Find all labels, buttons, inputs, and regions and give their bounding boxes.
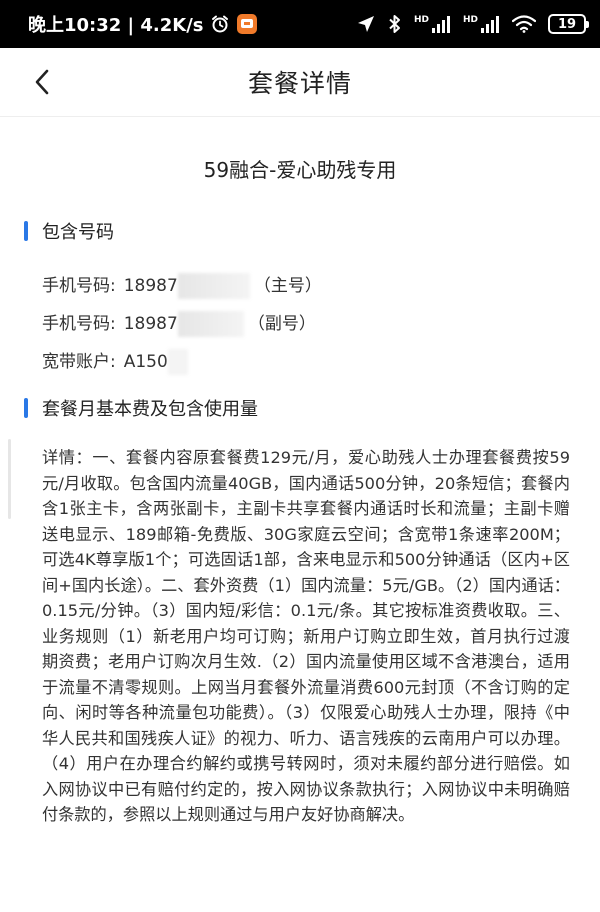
- battery-level: 19: [557, 16, 577, 32]
- section-title-included-numbers: 包含号码: [42, 222, 114, 243]
- scroll-indicator: [8, 439, 11, 519]
- signal-bars-icon: HD: [414, 15, 451, 33]
- hd-label-2: HD: [462, 15, 478, 25]
- content-area: 59融合-爱心助残专用 包含号码 手机号码: 18987 （主号） 手机号码: …: [0, 117, 600, 824]
- page-title: 套餐详情: [247, 69, 352, 98]
- signal-bars-icon-2: HD: [463, 15, 500, 33]
- masked-digits: [167, 349, 188, 375]
- bluetooth-icon: [388, 14, 402, 34]
- chevron-left-icon: [35, 69, 49, 95]
- number-label: 手机号码:: [42, 314, 116, 334]
- numbers-list: 手机号码: 18987 （主号） 手机号码: 18987 （副号） 宽带账户: …: [42, 267, 322, 381]
- section-monthly-fee: 套餐月基本费及包含使用量: [24, 396, 258, 420]
- number-suffix: （主号）: [253, 276, 322, 296]
- masked-digits: [177, 311, 244, 337]
- number-suffix: （副号）: [247, 314, 316, 334]
- section-included-numbers: 包含号码: [24, 219, 114, 243]
- masked-digits: [177, 273, 250, 299]
- number-value: 18987: [123, 314, 178, 334]
- battery-icon: 19: [548, 14, 589, 34]
- plan-name: 59融合-爱心助残专用: [203, 158, 397, 182]
- app-badge-icon: [236, 13, 258, 35]
- number-row: 手机号码: 18987 （副号）: [42, 305, 322, 343]
- page-header: 套餐详情: [0, 48, 600, 117]
- back-button[interactable]: [22, 62, 62, 102]
- hd-label: HD: [413, 15, 429, 25]
- section-title-monthly-fee: 套餐月基本费及包含使用量: [42, 399, 258, 420]
- number-label: 手机号码:: [42, 276, 116, 296]
- number-label: 宽带账户:: [42, 352, 116, 372]
- location-arrow-icon: [356, 14, 376, 34]
- number-row: 手机号码: 18987 （主号）: [42, 267, 322, 305]
- status-left: 晚上10:32 | 4.2K/s: [28, 11, 258, 37]
- status-right: HD HD 19: [356, 14, 589, 34]
- number-value: A150: [123, 352, 168, 372]
- plan-detail-text: 详情：一、套餐内容原套餐费129元/月，爱心助残人士办理套餐费按59元/月收取。…: [42, 448, 570, 824]
- section-accent-bar: [24, 221, 28, 241]
- section-accent-bar: [24, 398, 28, 418]
- wifi-icon: [512, 15, 536, 33]
- status-time-speed: 晚上10:32 | 4.2K/s: [28, 15, 204, 36]
- number-row: 宽带账户: A150: [42, 343, 322, 381]
- number-value: 18987: [123, 276, 178, 296]
- alarm-clock-icon: [210, 14, 230, 34]
- status-bar: 晚上10:32 | 4.2K/s HD HD 19: [0, 0, 600, 48]
